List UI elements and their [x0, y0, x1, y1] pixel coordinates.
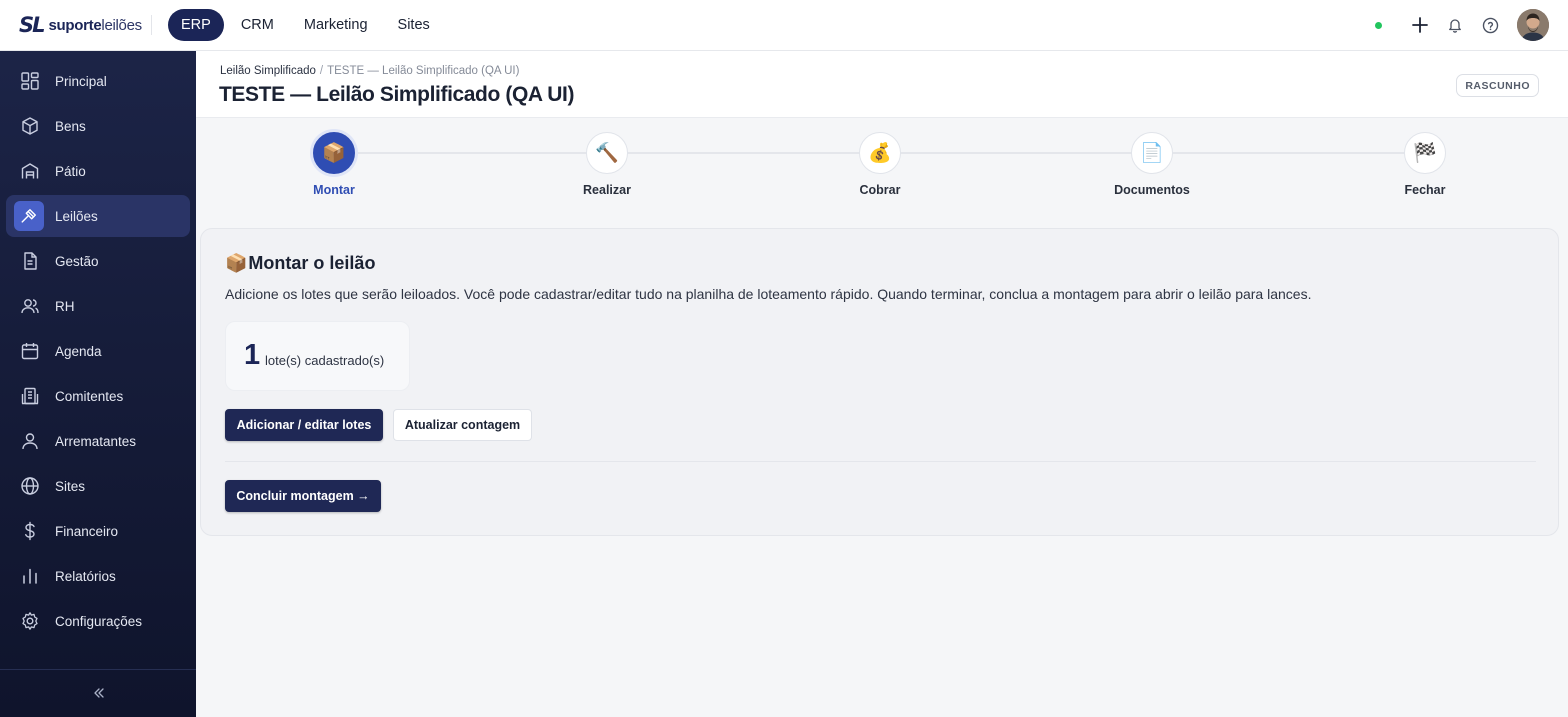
page-title: TESTE — Leilão Simplificado (QA UI) — [219, 83, 575, 106]
bell-icon[interactable] — [1445, 15, 1465, 35]
sidebar-item-label: Arrematantes — [55, 433, 137, 449]
page-header: Leilão Simplificado / TESTE — Leilão Simpl… — [196, 51, 1568, 118]
sidebar-item-leiloes[interactable]: Leilões — [6, 195, 190, 237]
montar-card: 📦 Montar o leilão Adicione os lotes que s… — [200, 228, 1559, 536]
sidebar-item-patio[interactable]: Pátio — [6, 150, 190, 192]
money-bag-icon: 💰 — [859, 132, 901, 174]
box-icon: 📦 — [313, 132, 355, 174]
card-divider — [225, 461, 1536, 462]
sidebar-item-principal[interactable]: Principal — [6, 60, 190, 102]
gavel-icon — [14, 201, 44, 231]
help-icon[interactable] — [1480, 15, 1500, 35]
box-icon: 📦 — [225, 253, 248, 273]
sidebar-item-label: Gestão — [55, 253, 99, 269]
lot-count: 1 — [244, 339, 261, 371]
dollar-icon — [19, 520, 41, 542]
sidebar-item-label: Principal — [55, 73, 107, 89]
step-montar[interactable]: 📦 Montar — [274, 132, 394, 197]
sidebar-item-agenda[interactable]: Agenda — [6, 330, 190, 372]
sidebar-item-label: Bens — [55, 118, 86, 134]
refresh-count-button[interactable]: Atualizar contagem — [393, 409, 532, 441]
warehouse-icon — [19, 160, 41, 182]
topnav-marketing[interactable]: Marketing — [289, 9, 383, 41]
step-realizar[interactable]: 🔨 Realizar — [547, 132, 667, 197]
card-title: 📦 Montar o leilão — [225, 253, 375, 274]
sidebar-item-label: Configurações — [55, 613, 143, 629]
top-divider — [151, 15, 152, 35]
step-label: Documentos — [1114, 183, 1190, 197]
top-nav: ERP CRM Marketing Sites — [168, 9, 445, 41]
lot-count-label: lote(s) cadastrado(s) — [265, 353, 385, 368]
add-edit-lots-button[interactable]: Adicionar / editar lotes — [225, 409, 383, 441]
sidebar-item-label: Sites — [55, 478, 86, 494]
sidebar-item-relatorios[interactable]: Relatórios — [6, 555, 190, 597]
card-title-text: Montar o leilão — [248, 253, 376, 273]
sidebar-item-comitentes[interactable]: Comitentes — [6, 375, 190, 417]
logo-text: suporteleilões — [48, 16, 143, 34]
sidebar-divider — [0, 669, 196, 670]
grid-icon — [19, 70, 41, 92]
sidebar: Principal Bens Pátio Leilões Gestão RH A… — [0, 51, 196, 717]
top-bar: SL suporteleilões ERP CRM Marketing Site… — [0, 0, 1568, 51]
sidebar-item-configuracoes[interactable]: Configurações — [6, 600, 190, 642]
brand-logo[interactable]: SL suporteleilões — [19, 13, 142, 37]
sidebar-item-sites[interactable]: Sites — [6, 465, 190, 507]
topnav-sites[interactable]: Sites — [383, 9, 445, 41]
sidebar-item-rh[interactable]: RH — [6, 285, 190, 327]
bar-chart-icon — [19, 565, 41, 587]
online-status-dot — [1375, 21, 1382, 29]
calendar-icon — [19, 340, 41, 362]
sidebar-item-arrematantes[interactable]: Arrematantes — [6, 420, 190, 462]
step-label: Realizar — [583, 183, 631, 197]
collapse-sidebar-icon[interactable] — [91, 685, 107, 701]
document-icon — [19, 250, 41, 272]
status-badge: RASCUNHO — [1456, 74, 1539, 97]
step-cobrar[interactable]: 💰 Cobrar — [820, 132, 940, 197]
sidebar-item-label: Comitentes — [55, 388, 124, 404]
sidebar-item-label: RH — [55, 298, 75, 314]
plus-icon[interactable] — [1410, 15, 1430, 35]
globe-icon — [19, 475, 41, 497]
sidebar-item-label: Agenda — [55, 343, 102, 359]
topnav-erp[interactable]: ERP — [168, 9, 224, 41]
avatar[interactable] — [1517, 9, 1549, 41]
users-icon — [19, 295, 41, 317]
step-label: Fechar — [1404, 183, 1446, 197]
breadcrumb-parent-link[interactable]: Leilão Simplificado — [220, 65, 316, 77]
step-label: Montar — [313, 183, 355, 197]
logo-mark: SL — [19, 13, 45, 37]
breadcrumb: Leilão Simplificado / TESTE — Leilão Simpl… — [220, 65, 519, 77]
lot-count-box: 1 lote(s) cadastrado(s) — [225, 321, 410, 391]
breadcrumb-current: TESTE — Leilão Simplificado (QA UI) — [327, 65, 520, 77]
document-icon: 📄 — [1131, 132, 1173, 174]
gear-icon — [19, 610, 41, 632]
top-actions — [1375, 9, 1549, 41]
sidebar-item-label: Financeiro — [55, 523, 119, 539]
hammer-icon: 🔨 — [586, 132, 628, 174]
conclude-setup-button[interactable]: Concluir montagem → — [225, 480, 381, 512]
step-label: Cobrar — [859, 183, 901, 197]
checkered-flag-icon: 🏁 — [1404, 132, 1446, 174]
sidebar-item-gestao[interactable]: Gestão — [6, 240, 190, 282]
step-fechar[interactable]: 🏁 Fechar — [1365, 132, 1485, 197]
sidebar-item-label: Leilões — [55, 208, 98, 224]
sidebar-item-bens[interactable]: Bens — [6, 105, 190, 147]
card-description: Adicione os lotes que serão leiloados. V… — [225, 286, 1312, 302]
wizard-stepper: 📦 Montar 🔨 Realizar 💰 Cobrar 📄 Documento… — [196, 119, 1568, 219]
topnav-crm[interactable]: CRM — [226, 9, 289, 41]
sidebar-item-label: Pátio — [55, 163, 86, 179]
breadcrumb-separator: / — [319, 65, 324, 77]
box-icon — [19, 115, 41, 137]
step-documentos[interactable]: 📄 Documentos — [1092, 132, 1212, 197]
sidebar-item-label: Relatórios — [55, 568, 116, 584]
sidebar-item-financeiro[interactable]: Financeiro — [6, 510, 190, 552]
user-icon — [19, 430, 41, 452]
building-icon — [19, 385, 41, 407]
